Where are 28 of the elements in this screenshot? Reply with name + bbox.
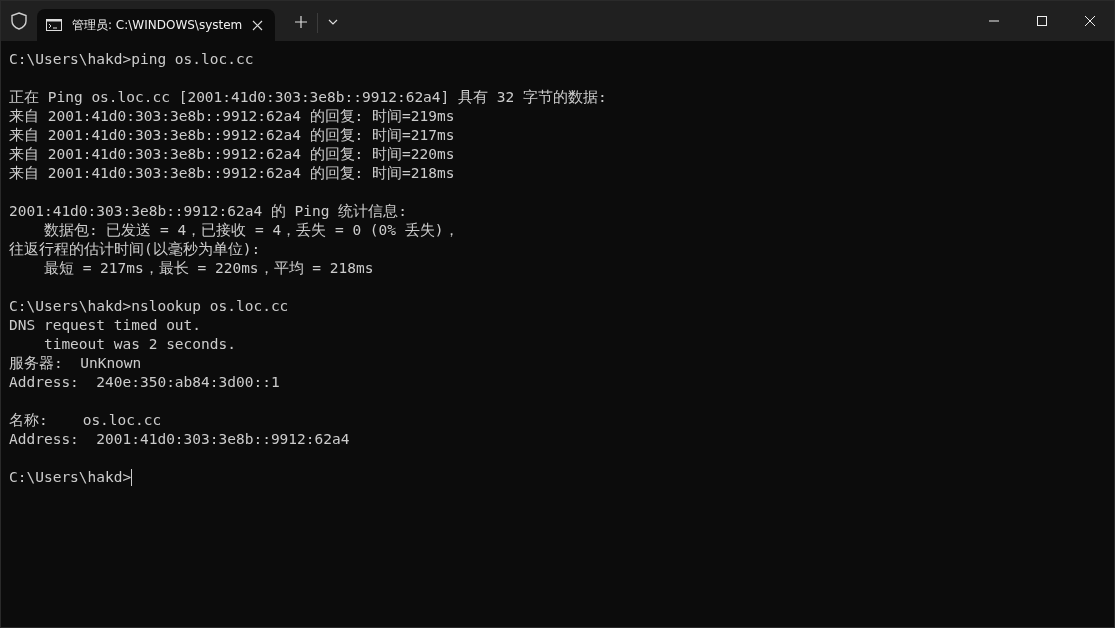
tab[interactable]: 管理员: C:\WINDOWS\system [37, 9, 275, 41]
console-line: 来自 2001:41d0:303:3e8b::9912:62a4 的回复: 时间=219ms [9, 107, 455, 126]
console-line: C:\Users\hakd>nslookup os.loc.cc [9, 297, 289, 316]
close-icon[interactable] [1085, 16, 1095, 26]
console-line: 数据包: 已发送 = 4，已接收 = 4，丢失 = 0 (0% 丢失)， [42, 221, 459, 240]
console-line: Address: 240e:350:ab84:3d00::1 [9, 373, 280, 392]
console-line: C:\Users\hakd>ping os.loc.cc [9, 50, 254, 69]
console-line: 服务器: UnKnown [9, 354, 142, 373]
console-line: 最短 = 217ms，最长 = 220ms，平均 = 218ms [42, 259, 374, 278]
console-line: DNS request timed out. [9, 316, 202, 335]
console-line: 来自 2001:41d0:303:3e8b::9912:62a4 的回复: 时间=218ms [9, 164, 455, 183]
console-line: 名称: os.loc.cc [9, 411, 162, 430]
close-icon[interactable] [252, 19, 263, 31]
command-prompt: C:\Users\hakd> [9, 468, 132, 487]
tab-title: 管理员: C:\WINDOWS\system [72, 16, 244, 34]
terminal-icon [46, 19, 62, 31]
console-line: 来自 2001:41d0:303:3e8b::9912:62a4 的回复: 时间=217ms [9, 126, 455, 145]
console-line: timeout was 2 seconds. [42, 335, 236, 354]
console-line: 往返行程的估计时间(以毫秒为单位): [9, 240, 261, 259]
console-line: 来自 2001:41d0:303:3e8b::9912:62a4 的回复: 时间=220ms [9, 145, 455, 164]
new-tab-icon[interactable] [295, 16, 307, 28]
shield-icon[interactable] [11, 12, 27, 30]
console-line: Address: 2001:41d0:303:3e8b::9912:62a4 [9, 430, 350, 449]
caret-icon[interactable] [328, 19, 338, 25]
console-line: 2001:41d0:303:3e8b::9912:62a4 的 Ping 统计信息: [9, 202, 407, 221]
text-cursor [131, 469, 133, 486]
console-line: 正在 Ping os.loc.cc [2001:41d0:303:3e8b::9912:62a4] 具有 32 字节的数据: [9, 88, 607, 107]
maximize-icon[interactable] [1037, 16, 1047, 26]
